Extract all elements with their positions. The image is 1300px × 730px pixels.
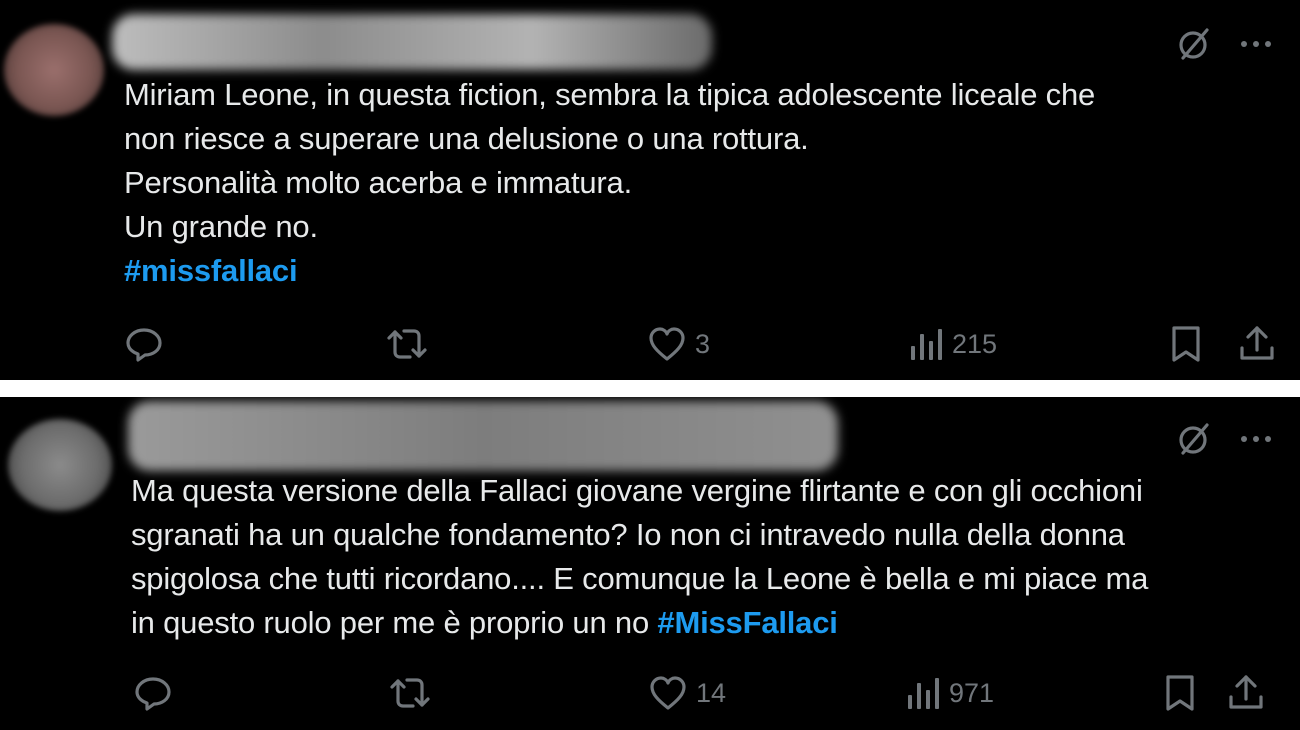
retweet-icon xyxy=(390,678,430,708)
tweet-line: Miriam Leone, in questa fiction, sembra … xyxy=(124,77,1096,112)
views-icon xyxy=(911,329,942,360)
action-bar: 3 215 xyxy=(0,319,1300,369)
reply-button[interactable] xyxy=(124,319,164,369)
tweet-text: Ma questa versione della Fallaci giovane… xyxy=(131,469,1281,645)
views-button[interactable]: 971 xyxy=(905,668,994,718)
blurred-user-name xyxy=(112,14,712,70)
like-button[interactable]: 3 xyxy=(647,319,710,369)
hashtag-link[interactable]: #missfallaci xyxy=(124,253,298,288)
avatar[interactable] xyxy=(4,24,104,116)
grok-icon[interactable] xyxy=(1174,419,1214,459)
share-button[interactable] xyxy=(1237,319,1277,369)
bookmark-icon xyxy=(1172,326,1200,362)
hashtag-link[interactable]: #MissFallaci xyxy=(657,605,837,640)
views-button[interactable]: 215 xyxy=(908,319,997,369)
reply-icon xyxy=(126,328,162,362)
reply-icon xyxy=(135,677,171,711)
like-icon xyxy=(649,327,685,361)
tweet-line: spigolosa che tutti ricordano.... E comu… xyxy=(131,561,1149,596)
like-count: 14 xyxy=(696,677,727,708)
bookmark-icon xyxy=(1166,675,1194,711)
blurred-user-name xyxy=(128,401,838,471)
tweet-card[interactable]: Miriam Leone, in questa fiction, sembra … xyxy=(0,0,1300,380)
views-icon xyxy=(908,678,939,709)
share-icon xyxy=(1229,675,1263,709)
bookmark-button[interactable] xyxy=(1168,319,1204,369)
like-icon xyxy=(650,676,686,710)
action-bar: 14 971 xyxy=(0,668,1300,718)
retweet-icon xyxy=(387,329,427,359)
tweet-line: in questo ruolo per me è proprio un no xyxy=(131,605,658,640)
retweet-button[interactable] xyxy=(385,319,429,369)
reply-button[interactable] xyxy=(133,668,173,718)
share-icon xyxy=(1240,326,1274,360)
avatar[interactable] xyxy=(8,419,112,511)
more-icon[interactable] xyxy=(1240,39,1272,49)
tweet-line: non riesce a superare una delusione o un… xyxy=(124,121,809,156)
tweet-text: Miriam Leone, in questa fiction, sembra … xyxy=(124,73,1274,293)
tweet-line: sgranati ha un qualche fondamento? Io no… xyxy=(131,517,1125,552)
grok-icon[interactable] xyxy=(1174,24,1214,64)
like-count: 3 xyxy=(695,328,711,359)
tweet-card[interactable]: Ma questa versione della Fallaci giovane… xyxy=(0,397,1300,730)
like-button[interactable]: 14 xyxy=(648,668,726,718)
retweet-button[interactable] xyxy=(388,668,432,718)
tweet-line: Personalità molto acerba e immatura. xyxy=(124,165,632,200)
share-button[interactable] xyxy=(1226,668,1266,718)
tweet-line: Ma questa versione della Fallaci giovane… xyxy=(131,473,1143,508)
more-icon[interactable] xyxy=(1240,434,1272,444)
tweet-line: Un grande no. xyxy=(124,209,318,244)
view-count: 215 xyxy=(952,328,998,359)
bookmark-button[interactable] xyxy=(1162,668,1198,718)
view-count: 971 xyxy=(949,677,995,708)
